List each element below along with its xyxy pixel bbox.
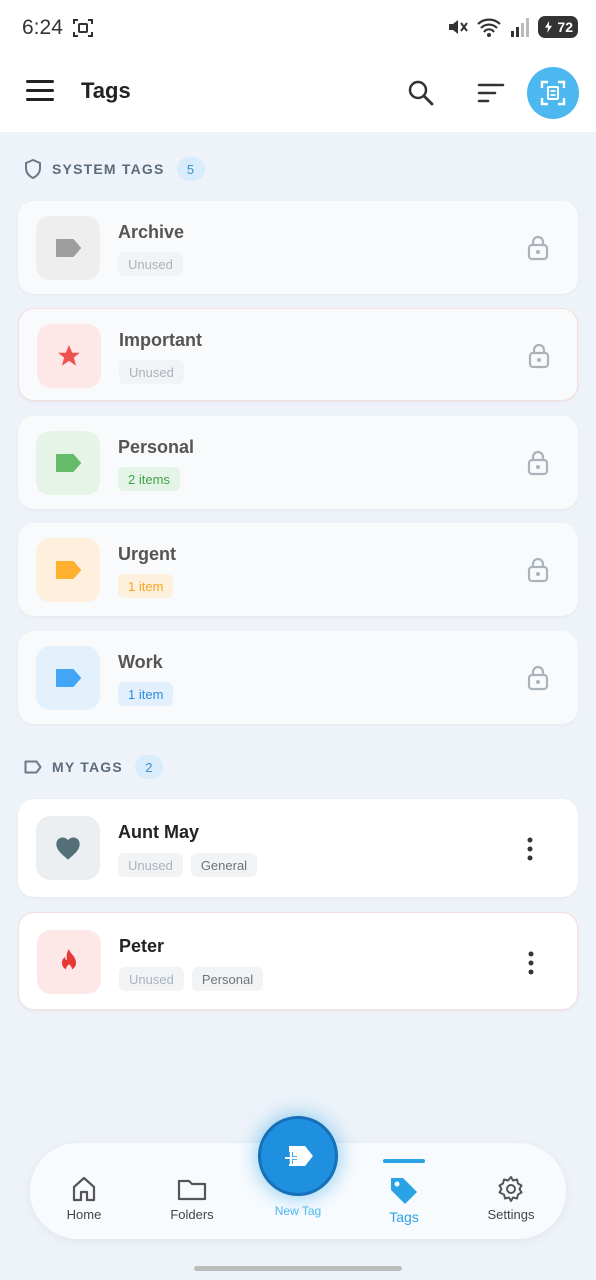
status-icons: 72 (446, 16, 578, 38)
tag-icon-box (36, 431, 100, 495)
tag-icon-box (36, 646, 100, 710)
add-tag-icon (285, 1146, 313, 1166)
usage-badge: Unused (118, 252, 183, 276)
usage-badge: 1 item (118, 574, 174, 598)
category-badge: Personal (191, 967, 264, 991)
tag-name: Archive (118, 222, 185, 242)
tag-card-important[interactable]: Important Unused (18, 308, 578, 401)
star-icon (58, 345, 80, 366)
search-icon[interactable] (406, 78, 436, 108)
tag-icon-box (36, 538, 100, 602)
my-tags-header: MY TAGS 2 (24, 754, 163, 780)
sort-icon[interactable] (476, 78, 506, 108)
nav-home[interactable]: Home (36, 1143, 132, 1239)
nav-label: Tags (389, 1209, 419, 1225)
signal-icon (511, 18, 529, 37)
status-time: 6:24 (22, 16, 63, 39)
tag-name: Urgent (118, 544, 176, 564)
nav-settings[interactable]: Settings (463, 1143, 559, 1239)
more-vertical-icon[interactable] (519, 949, 543, 977)
shield-icon (25, 159, 41, 179)
tag-icon (391, 1178, 417, 1204)
lock-icon (527, 450, 549, 476)
tag-name: Work (118, 652, 163, 672)
usage-badge: 2 items (118, 467, 180, 491)
lock-icon (527, 665, 549, 691)
tag-name: Peter (119, 936, 165, 956)
tag-card-work[interactable]: Work 1 item (18, 631, 578, 724)
tag-card-personal[interactable]: Personal 2 items (18, 416, 578, 509)
tag-icon-box (37, 930, 101, 994)
category-badge: General (190, 853, 258, 877)
usage-badge: Unused (118, 853, 183, 877)
new-tag-label: New Tag (274, 1204, 322, 1218)
label-icon (56, 561, 81, 579)
screenshot-icon (73, 19, 93, 37)
nav-label: Home (66, 1207, 102, 1222)
tag-icon-box (36, 216, 100, 280)
section-count-badge: 2 (134, 755, 163, 779)
label-outline-icon (24, 760, 42, 774)
folder-icon (177, 1179, 207, 1201)
section-label: MY TAGS (52, 759, 123, 775)
more-vertical-icon[interactable] (518, 835, 542, 863)
gear-icon (498, 1176, 523, 1202)
tag-name: Personal (118, 437, 195, 457)
section-label: SYSTEM TAGS (52, 161, 165, 177)
scan-button[interactable] (527, 67, 579, 119)
tag-card-urgent[interactable]: Urgent 1 item (18, 523, 578, 616)
app-bar: Tags (0, 56, 596, 132)
lock-icon (528, 343, 550, 369)
usage-badge: Unused (119, 360, 184, 384)
new-tag-button[interactable] (258, 1116, 338, 1196)
nav-label: Folders (170, 1207, 214, 1222)
wifi-icon (477, 18, 501, 37)
tag-name: Aunt May (118, 822, 199, 842)
heart-icon (56, 837, 80, 860)
tag-name: Important (119, 330, 202, 350)
label-icon (56, 239, 81, 257)
label-icon (56, 669, 81, 687)
mute-icon (449, 20, 468, 34)
tag-card-archive[interactable]: Archive Unused (18, 201, 578, 294)
fire-icon (62, 949, 76, 972)
tag-icon-box (37, 324, 101, 388)
lock-icon (527, 557, 549, 583)
nav-folders[interactable]: Folders (144, 1143, 240, 1239)
nav-tags[interactable]: Tags (356, 1143, 452, 1239)
battery-icon: 72 (538, 16, 578, 38)
usage-badge: Unused (119, 967, 184, 991)
home-indicator[interactable] (194, 1266, 402, 1271)
status-bar: 6:24 72 (0, 0, 596, 56)
page-title: Tags (81, 78, 131, 103)
scan-icon (540, 80, 566, 106)
menu-icon[interactable] (26, 80, 54, 102)
system-tags-header: SYSTEM TAGS 5 (24, 156, 205, 182)
label-icon (56, 454, 81, 472)
home-icon (72, 1176, 96, 1202)
usage-badge: 1 item (118, 682, 174, 706)
section-count-badge: 5 (176, 157, 205, 181)
lock-icon (527, 235, 549, 261)
tag-card-aunt-may[interactable]: Aunt May Unused General (18, 799, 578, 897)
tag-icon-box (36, 816, 100, 880)
active-tab-indicator (383, 1159, 425, 1163)
tag-card-peter[interactable]: Peter Unused Personal (18, 912, 578, 1010)
nav-label: Settings (487, 1207, 535, 1222)
